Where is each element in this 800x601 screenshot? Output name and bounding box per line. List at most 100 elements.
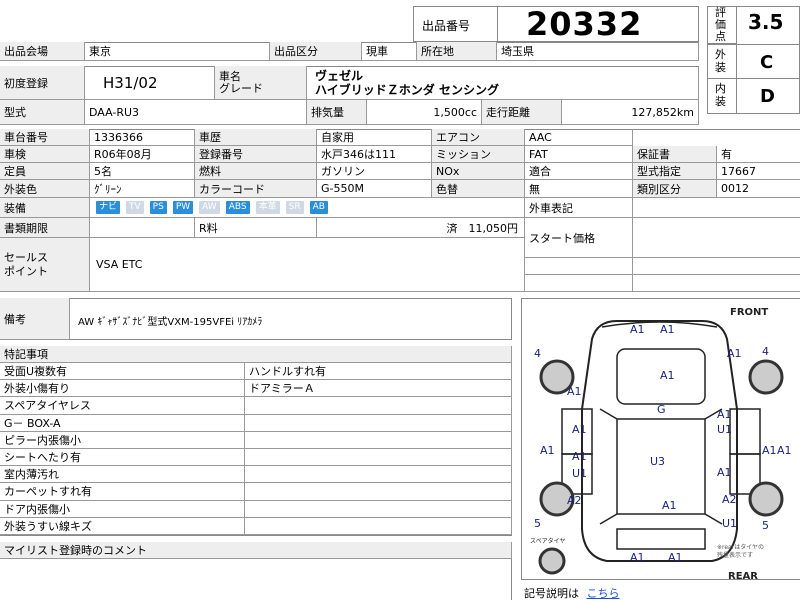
tire-right-front <box>748 359 784 395</box>
start-price-label: スタート価格 <box>529 231 595 245</box>
nox-label: NOx <box>436 164 460 178</box>
remarks-label: 備考 <box>4 312 26 326</box>
damage-mark: G <box>657 403 666 416</box>
damage-diagram-panel: FRONT REAR スペアタイヤ ※rearはタイヤの 残量表示です A1 A1… <box>521 298 800 582</box>
tire-number: 5 <box>762 519 769 532</box>
legend-link[interactable]: こちら <box>587 587 620 600</box>
trunk-panel <box>616 528 706 550</box>
diagram-rear-label: REAR <box>728 571 758 581</box>
damage-mark: U1 <box>572 467 587 480</box>
repaint-label: 色替 <box>436 182 458 196</box>
displacement-value: 1,500cc <box>433 105 477 119</box>
damage-mark: A1 <box>668 551 683 564</box>
plate-value: 水戸346は111 <box>321 148 396 161</box>
fuel-label: 燃料 <box>199 165 221 178</box>
badge-ps: PS <box>149 201 167 214</box>
damage-mark: A1 <box>540 444 555 457</box>
chassis-value: 1336366 <box>94 130 143 144</box>
badge-leather: 本革 <box>255 201 280 214</box>
damage-mark: A1 <box>572 423 587 436</box>
damage-mark: A1 <box>630 551 645 564</box>
special-note-right <box>245 500 512 518</box>
damage-mark: A1 <box>630 323 645 336</box>
class-label: 類別区分 <box>637 182 681 196</box>
category-label: 出品区分 <box>274 45 318 58</box>
mileage-value: 127,852km <box>631 105 694 119</box>
sales-value: VSA ETC <box>96 258 143 271</box>
color-code-value: G-550M <box>321 182 364 195</box>
special-note-right <box>245 483 512 501</box>
diagram-note-line1: ※rearはタイヤの <box>717 543 764 551</box>
rfee-label: R料 <box>199 221 218 235</box>
expiry-label: 書類期限 <box>4 221 48 235</box>
car-grade: ハイブリッドＺホンダ センシング <box>315 82 499 97</box>
car-damage-diagram: FRONT REAR スペアタイヤ ※rearはタイヤの 残量表示です A1 A1… <box>530 307 792 582</box>
diagram-spare-label: スペアタイヤ <box>530 537 565 545</box>
exterior-label: 外装 <box>715 48 726 74</box>
damage-mark: A1 <box>567 385 582 398</box>
history-label: 車歴 <box>199 131 221 144</box>
color-label: 外装色 <box>4 182 37 196</box>
damage-mark: U3 <box>650 455 665 468</box>
interior-grade: D <box>760 86 775 107</box>
special-note-right: ハンドルすれ有 <box>245 363 512 381</box>
special-note-left: 室内薄汚れ <box>0 466 245 484</box>
tire-number: 4 <box>534 347 541 360</box>
tire-number: 4 <box>762 345 769 358</box>
repaint-value: 無 <box>529 182 540 196</box>
remarks-value: AW ｷﾞｬｻﾞｽﾞﾅﾋﾞ型式VXM-195VFEi ﾘｱｶﾒﾗ <box>78 317 263 328</box>
exterior-grade: C <box>760 52 774 73</box>
damage-mark: A1 <box>727 347 742 360</box>
displacement-label: 排気量 <box>311 106 344 119</box>
special-note-left: ドア内張傷小 <box>0 500 245 518</box>
capacity-label: 定員 <box>4 165 26 178</box>
damage-mark: A1 <box>572 450 587 463</box>
legend-explain-label: 記号説明は <box>524 587 579 600</box>
damage-mark: A2 <box>722 493 737 506</box>
special-note-left: G－ BOX-A <box>0 414 245 432</box>
odometer-display-label: 外車表記 <box>529 201 573 215</box>
special-note-right: ドアミラーＡ <box>245 380 512 398</box>
car-body-outline <box>581 320 738 562</box>
special-note-left: 外装うすい線キズ <box>0 517 245 535</box>
special-note-left: 外装小傷有り <box>0 380 245 398</box>
damage-mark: A1 <box>660 323 675 336</box>
history-value: 自家用 <box>321 131 354 144</box>
damage-mark: A1 <box>762 444 777 457</box>
damage-mark: U1 <box>722 517 737 530</box>
badge-pw: PW <box>172 201 194 214</box>
badge-sr: SR <box>285 201 304 214</box>
damage-mark: A2 <box>567 494 582 507</box>
special-note-right <box>245 431 512 449</box>
model-label: 型式 <box>4 106 26 119</box>
type-spec-value: 17667 <box>721 164 756 178</box>
diagram-front-label: FRONT <box>730 307 768 318</box>
score-value: 3.5 <box>748 10 784 34</box>
special-note-left: スペアタイヤレス <box>0 397 245 415</box>
mission-value: FAT <box>529 147 548 161</box>
special-note-right <box>245 414 512 432</box>
ac-label: エアコン <box>436 131 480 144</box>
category-value: 現車 <box>366 45 388 58</box>
mileage-label: 走行距離 <box>486 106 530 119</box>
interior-label: 内装 <box>715 82 726 108</box>
damage-mark: A1 <box>777 444 792 457</box>
badge-tv: TV <box>126 201 144 214</box>
inspection-label: 車検 <box>4 148 26 161</box>
equipment-label: 装備 <box>4 201 26 215</box>
score-label: 評価点 <box>715 6 726 43</box>
lot-label: 出品番号 <box>422 19 471 33</box>
special-note-left: シートへたり有 <box>0 449 245 467</box>
model-value: DAA-RU3 <box>89 105 140 119</box>
special-notes-title: 特記事項 <box>4 348 48 361</box>
location-value: 埼玉県 <box>501 45 534 58</box>
color-value: ｸﾞﾘｰﾝ <box>94 182 122 196</box>
class-value: 0012 <box>721 182 749 195</box>
badge-aw: AW <box>199 201 220 214</box>
ac-value: AAC <box>529 130 552 144</box>
nox-value: 適合 <box>529 165 551 178</box>
lot-number: 20332 <box>526 5 643 43</box>
warranty-value: 有 <box>721 148 732 161</box>
sales-label: セールス ポイント <box>4 250 48 278</box>
first-reg-label: 初度登録 <box>4 76 48 90</box>
